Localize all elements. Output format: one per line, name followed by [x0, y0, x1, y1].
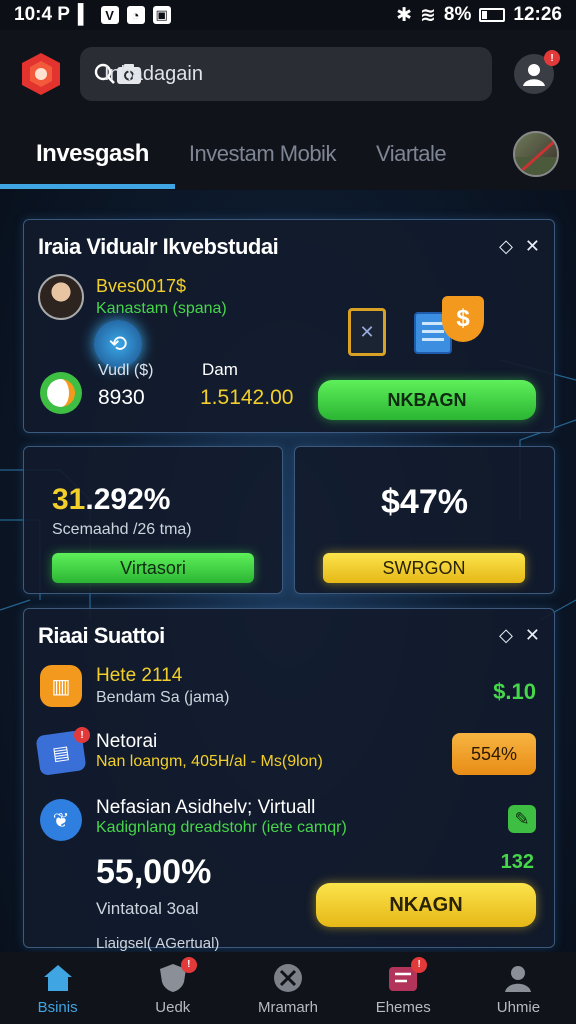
percentage-stat-card: 31.292% Scemaahd /26 tma) Virtasori	[23, 446, 283, 594]
item-percentage-badge[interactable]: 554%	[452, 733, 536, 775]
card4-action-button[interactable]: NKAGN	[316, 883, 536, 927]
tab-investam-mobik[interactable]: Investam Mobik	[189, 141, 337, 167]
percentage-value: 31.292%	[52, 483, 171, 516]
stat1-label: Vudl ($)	[98, 362, 154, 379]
chat-bubble-icon: ❦	[40, 799, 82, 841]
notification-badge: !	[544, 50, 560, 66]
item-title: Netorai	[96, 731, 158, 752]
stat2-label: Dam	[202, 360, 238, 379]
active-tab-indicator	[0, 184, 175, 189]
expand-icon[interactable]: ◇	[499, 625, 513, 646]
user-icon	[500, 961, 536, 995]
bluetooth-icon: ✱	[396, 4, 412, 26]
wifi-icon: ≋	[420, 4, 436, 26]
dollar-stat-card: $47% SWRGON	[294, 446, 555, 594]
nav-label: Ehemes	[375, 998, 431, 1016]
status-time: 10:4 P	[14, 4, 70, 25]
percentage-subtitle: Scemaahd /26 tma)	[52, 521, 192, 538]
card-title: Iraia Vidualr Ikvebstudai	[38, 234, 279, 259]
close-icon[interactable]: ✕	[525, 625, 540, 646]
search-input[interactable]: Inhadagain	[80, 47, 492, 101]
close-circle-icon	[270, 961, 306, 995]
status-bar: 10:4 P ▍ V ◔ ▣ ✱ ≋ 8% 12:26	[0, 0, 576, 30]
item-subtitle: Nan loangm, 405H/al - Ms(9lon)	[96, 753, 323, 770]
big-percentage-subtitle: Vintatoal 3oal	[96, 899, 199, 918]
activity-list-card: Riaai Suattoi ◇ ✕ ▥ Hete 2114 Bendam Sa …	[23, 608, 555, 952]
item-title: Hete 2114	[96, 665, 183, 686]
nav-item-uhmie[interactable]: Uhmie	[461, 952, 576, 1024]
stat2-value: 1.5142.00	[200, 386, 294, 409]
chart-circle-icon	[40, 372, 82, 414]
card-footer-text: Liaigsel( AGertual)	[96, 935, 220, 952]
card3-action-button[interactable]: SWRGON	[323, 553, 525, 583]
app-notification-icon: ◔	[126, 6, 145, 24]
user-amount: Bves0017$	[96, 276, 187, 296]
expand-icon[interactable]: ◇	[499, 236, 513, 257]
item-title: Nefasian Asidhelv; Virtuall	[96, 797, 316, 818]
dollar-shield-icon: $	[442, 296, 484, 342]
big-percentage-value: 55,00%	[96, 853, 212, 891]
close-icon[interactable]: ✕	[525, 236, 540, 257]
nav-item-mramarh[interactable]: Mramarh	[230, 952, 345, 1024]
item-subtitle: Kadignlang dreadstohr (iete camqr)	[96, 819, 347, 836]
nav-label: Bsinis	[37, 998, 78, 1016]
nav-item-bsinis[interactable]: Bsinis	[0, 952, 115, 1024]
user-icon	[523, 64, 545, 86]
nav-item-ehemes[interactable]: ! Ehemes	[346, 952, 461, 1024]
dollar-value: $47%	[381, 483, 468, 521]
item-value: 132	[500, 851, 534, 873]
battery-percent: 8%	[443, 4, 472, 25]
card1-action-button[interactable]: NKBAGN	[318, 380, 536, 420]
shield-icon: !	[155, 956, 197, 995]
individual-investment-card: Iraia Vidualr Ikvebstudai ◇ ✕ Bves0017$ …	[23, 219, 555, 433]
app-notification-icon: ▣	[152, 6, 171, 24]
card-title: Riaai Suattoi	[38, 623, 165, 648]
nav-item-uedk[interactable]: ! Uedk	[115, 952, 230, 1024]
notification-badge: !	[180, 956, 197, 973]
profile-button[interactable]: !	[514, 50, 560, 94]
user-subtitle: Kanastam (spana)	[96, 300, 227, 317]
tablet-icon: ✕	[348, 308, 386, 356]
battery-icon	[479, 8, 506, 22]
card2-action-button[interactable]: Virtasori	[52, 553, 254, 583]
tab-avatar[interactable]	[513, 131, 559, 177]
app-notification-icon: V	[100, 6, 119, 24]
clock-time: 12:26	[513, 4, 562, 25]
notification-badge: !	[411, 956, 428, 973]
home-icon	[40, 961, 76, 995]
signal-icon: ▍	[77, 4, 93, 26]
wallet-icon: ▥	[40, 665, 82, 707]
tab-viartale[interactable]: Viartale	[376, 141, 447, 167]
handshake-icon: ⟲	[94, 320, 142, 368]
tab-invesgash[interactable]: Invesgash	[36, 140, 149, 168]
top-bar: Inhadagain !	[0, 30, 576, 118]
user-avatar[interactable]	[38, 274, 84, 320]
nav-label: Uhmie	[496, 998, 541, 1016]
app-logo-icon[interactable]	[18, 51, 64, 97]
search-text: Inhadagain	[104, 62, 203, 85]
edit-icon[interactable]: ✎	[508, 805, 536, 833]
nav-label: Mramarh	[258, 998, 319, 1016]
notification-badge: !	[74, 727, 90, 743]
stat1-value: 8930	[98, 386, 145, 409]
tag-icon: !	[385, 956, 428, 995]
item-subtitle: Bendam Sa (jama)	[96, 689, 230, 706]
item-value: $.10	[493, 679, 536, 704]
nav-label: Uedk	[155, 998, 191, 1016]
bottom-navigation: Bsinis ! Uedk Mramarh ! Ehemes Uhmie	[0, 952, 576, 1024]
tab-bar: Invesgash Investam Mobik Viartale	[0, 118, 576, 190]
